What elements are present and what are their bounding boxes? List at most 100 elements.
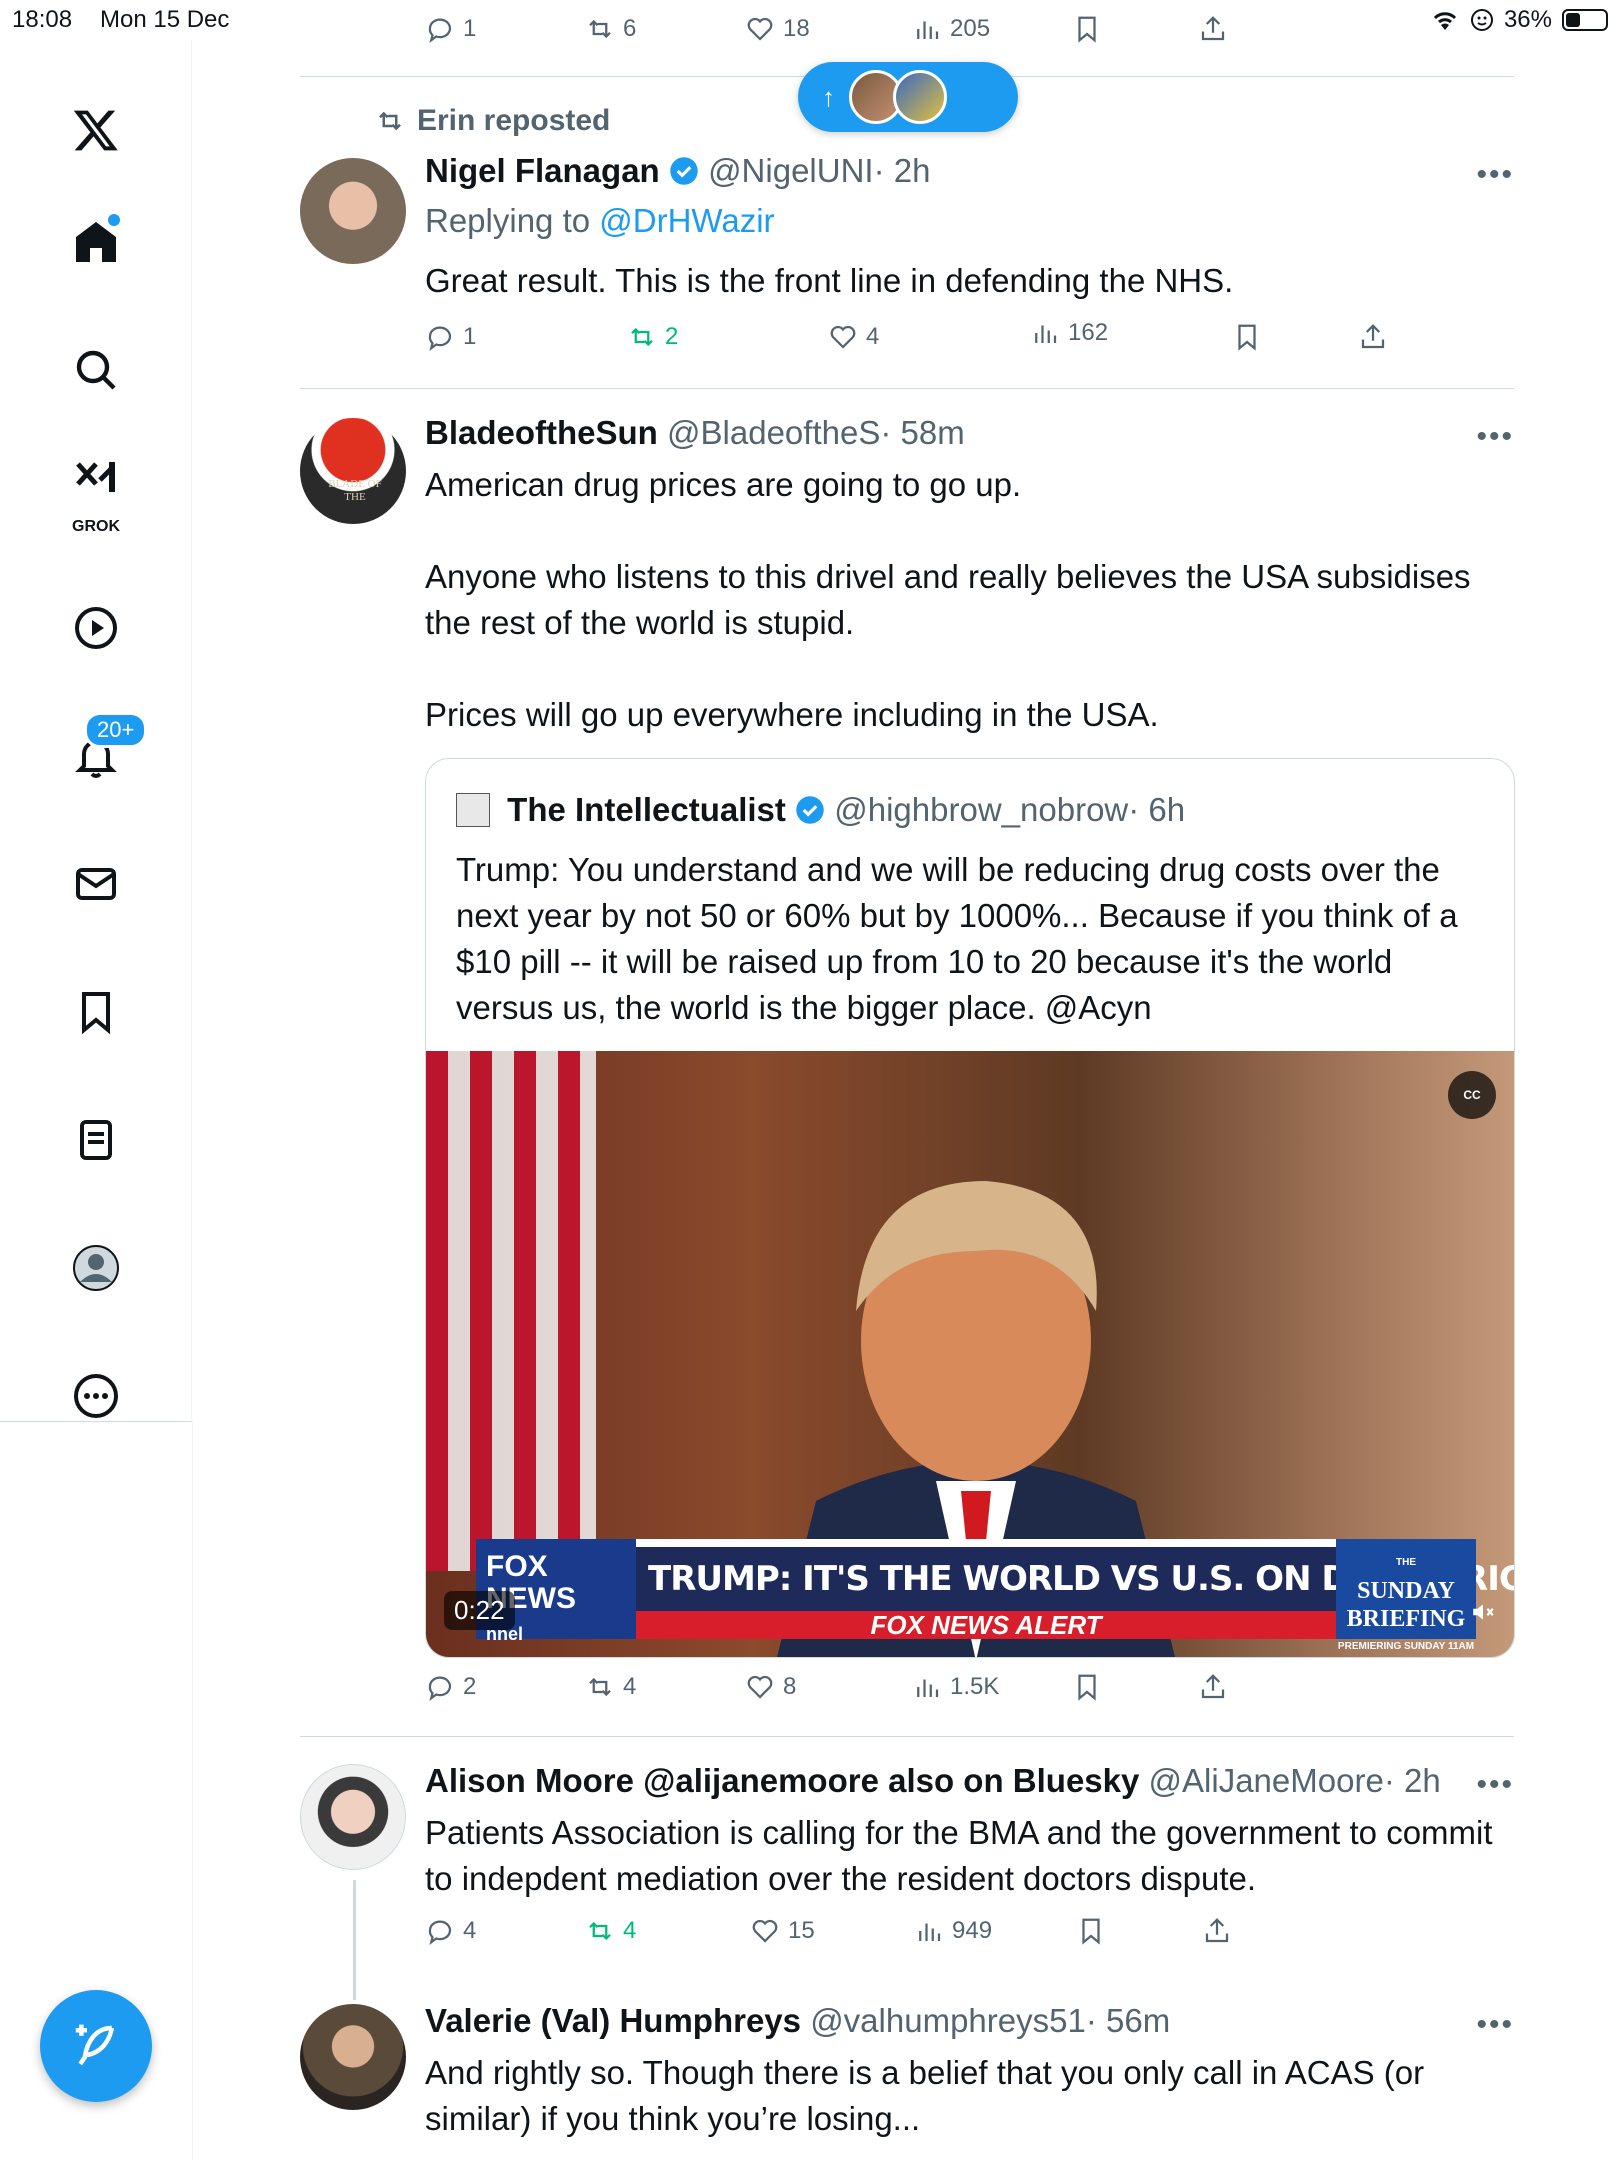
like-count: 15 xyxy=(788,1917,815,1944)
thread-connector xyxy=(353,1880,356,2000)
video-icon[interactable] xyxy=(56,588,136,668)
avatar[interactable] xyxy=(300,2004,406,2110)
heart-icon xyxy=(830,325,856,349)
news-headline: TRUMP: IT'S THE WORLD VS U.S. ON DRUG PR… xyxy=(636,1547,1514,1611)
status-bar: 18:08 Mon 15 Dec 36% xyxy=(0,0,1620,40)
author-handle[interactable]: @NigelUNI xyxy=(708,152,874,189)
notifications-bell-icon[interactable]: 20+ xyxy=(56,712,148,796)
compose-post-button[interactable] xyxy=(40,1990,152,2102)
like-count: 8 xyxy=(783,1673,797,1700)
avatar[interactable] xyxy=(300,1764,406,1870)
author-name[interactable]: Alison Moore @alijanemoore also on Blues… xyxy=(425,1762,1139,1799)
quote-author-handle[interactable]: @highbrow_nobrow xyxy=(834,791,1128,828)
lists-icon[interactable] xyxy=(56,1100,136,1180)
like-button[interactable]: 8 xyxy=(745,1672,796,1702)
repost-count: 4 xyxy=(623,1673,637,1700)
verified-badge-icon xyxy=(670,157,698,185)
tweet-time[interactable]: · 56m xyxy=(1086,2002,1170,2039)
like-button[interactable]: 18 xyxy=(745,14,810,44)
bookmark-button[interactable] xyxy=(1072,1672,1102,1702)
battery-icon xyxy=(1562,9,1608,31)
reply-icon xyxy=(428,18,452,44)
reply-button[interactable]: 1 xyxy=(425,14,476,44)
brief-top: THE xyxy=(1396,1557,1416,1568)
views-button[interactable]: 1.5K xyxy=(912,1672,999,1702)
reply-icon xyxy=(428,1920,452,1946)
quote-avatar[interactable] xyxy=(456,793,490,827)
views-icon xyxy=(917,21,939,39)
mute-icon[interactable] xyxy=(1470,1599,1496,1632)
repost-button[interactable]: 4 xyxy=(585,1672,636,1702)
share-button[interactable] xyxy=(1202,1916,1232,1946)
pill-avatar xyxy=(893,70,947,124)
share-button[interactable] xyxy=(1358,322,1388,352)
sidebar: GROK 20+ xyxy=(0,40,192,1422)
more-icon[interactable]: ••• xyxy=(1476,1768,1514,1802)
author-handle[interactable]: @valhumphreys51 xyxy=(810,2002,1086,2039)
tweet-time[interactable]: · 2h xyxy=(874,152,931,189)
repost-button[interactable]: 2 xyxy=(627,322,678,352)
x-logo-icon[interactable] xyxy=(56,90,136,170)
more-icon[interactable]: ••• xyxy=(1476,2008,1514,2042)
like-count: 4 xyxy=(866,323,880,350)
reply-button[interactable]: 2 xyxy=(425,1672,476,1702)
repost-icon xyxy=(379,111,401,131)
author-name[interactable]: BladeoftheSun xyxy=(425,414,658,451)
bookmark-button[interactable] xyxy=(1232,322,1262,352)
like-button[interactable]: 4 xyxy=(828,322,879,352)
share-button[interactable] xyxy=(1198,1672,1228,1702)
tweet-time[interactable]: · 58m xyxy=(880,414,964,451)
avatar[interactable] xyxy=(300,158,406,264)
new-posts-pill[interactable]: ↑ xyxy=(798,62,1018,132)
quote-time[interactable]: · 6h xyxy=(1128,791,1185,828)
grok-icon[interactable] xyxy=(56,440,136,520)
author-handle[interactable]: @AliJaneMoore xyxy=(1149,1762,1384,1799)
grok-label: GROK xyxy=(72,518,120,535)
repost-button[interactable]: 6 xyxy=(585,14,636,44)
messages-icon[interactable] xyxy=(56,844,136,924)
search-icon[interactable] xyxy=(56,330,136,410)
views-count: 949 xyxy=(952,1917,993,1944)
repost-count: 6 xyxy=(623,15,637,42)
reply-count: 4 xyxy=(463,1917,477,1944)
reply-button[interactable]: 4 xyxy=(425,1916,476,1946)
like-count: 18 xyxy=(783,15,810,42)
quote-author-name[interactable]: The Intellectualist xyxy=(507,791,786,828)
more-options-icon[interactable] xyxy=(56,1356,136,1436)
tweet-time[interactable]: · 2h xyxy=(1384,1762,1441,1799)
captions-button[interactable]: CC xyxy=(1448,1071,1496,1119)
quoted-tweet[interactable]: The Intellectualist @highbrow_nobrow· 6h… xyxy=(425,758,1515,1658)
repost-button[interactable]: 4 xyxy=(585,1916,636,1946)
avatar[interactable]: BLADE OF THE xyxy=(300,418,406,524)
profile-avatar-icon[interactable] xyxy=(56,1228,136,1308)
author-name[interactable]: Valerie (Val) Humphreys xyxy=(425,2002,801,2039)
home-unread-dot xyxy=(108,214,120,226)
flag-background xyxy=(426,1051,596,1571)
tweet-text: Great result. This is the front line in … xyxy=(425,262,1234,299)
home-icon[interactable] xyxy=(56,202,136,282)
views-button[interactable]: 162 xyxy=(1030,318,1108,348)
views-button[interactable]: 949 xyxy=(914,1916,992,1946)
more-icon[interactable]: ••• xyxy=(1476,420,1514,454)
bookmark-icon xyxy=(1078,16,1096,43)
share-icon xyxy=(1201,1674,1225,1699)
share-button[interactable] xyxy=(1198,14,1228,44)
views-button[interactable]: 205 xyxy=(912,14,990,44)
author-handle[interactable]: @BladeoftheS xyxy=(667,414,880,451)
video-player[interactable]: CC FOX NEWS nnel TRUMP: IT'S THE WORLD VS… xyxy=(426,1051,1514,1657)
bookmark-icon xyxy=(1078,1674,1096,1701)
author-name[interactable]: Nigel Flanagan xyxy=(425,152,660,189)
reply-button[interactable]: 1 xyxy=(425,322,476,352)
reposted-by: Erin reposted xyxy=(417,104,611,137)
repost-icon xyxy=(589,1921,611,1941)
brief-line1: SUNDAY xyxy=(1357,1578,1455,1604)
bookmark-button[interactable] xyxy=(1072,14,1102,44)
like-button[interactable]: 15 xyxy=(750,1916,815,1946)
more-icon[interactable]: ••• xyxy=(1476,158,1514,192)
quote-header: The Intellectualist @highbrow_nobrow· 6h xyxy=(456,791,1185,829)
views-icon xyxy=(1035,325,1057,343)
bookmarks-icon[interactable] xyxy=(56,972,136,1052)
bookmark-button[interactable] xyxy=(1076,1916,1106,1946)
replying-to-link[interactable]: @DrHWazir xyxy=(599,202,774,239)
repost-icon xyxy=(631,327,653,347)
